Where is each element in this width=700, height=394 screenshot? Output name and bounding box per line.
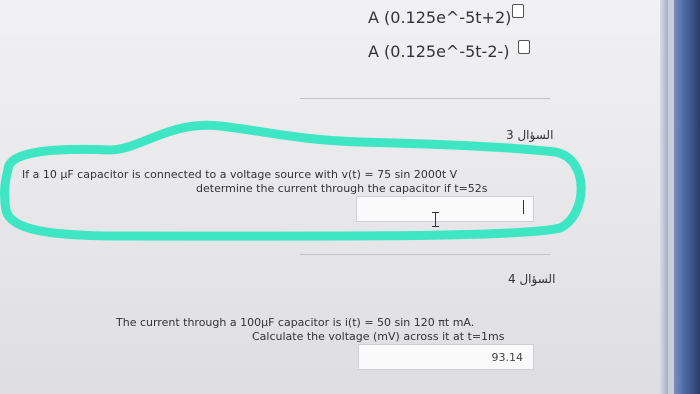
highlight-annotation — [0, 120, 586, 241]
scrollbar-track[interactable] — [668, 0, 674, 394]
scrollbar[interactable] — [660, 0, 700, 394]
quiz-page: A (0.125e^-5t+2) A (0.125e^-5t-2-) السؤا… — [0, 0, 660, 394]
